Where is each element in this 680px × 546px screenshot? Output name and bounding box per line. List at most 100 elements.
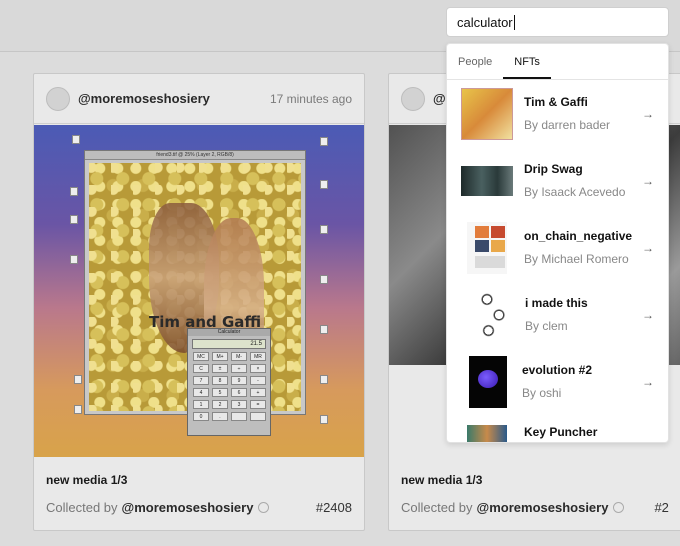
calculator-key: MC xyxy=(193,352,209,361)
feed-card[interactable]: @moremoseshosiery 17 minutes ago friend3… xyxy=(33,73,365,531)
list-item[interactable]: Key Puncher xyxy=(447,415,668,442)
desktop-file-icon xyxy=(320,225,328,234)
desktop-file-icon xyxy=(74,405,82,414)
desktop-file-icon xyxy=(70,255,78,264)
nft-thumbnail xyxy=(478,288,508,341)
timestamp: 17 minutes ago xyxy=(269,91,352,106)
calculator-key: ÷ xyxy=(231,364,247,373)
search-input[interactable]: calculator xyxy=(446,7,669,37)
results-list: Tim & Gaffi By darren bader → Drip Swag … xyxy=(447,80,668,442)
search-results-dropdown: People NFTs Tim & Gaffi By darren bader … xyxy=(446,43,669,443)
card-footer: new media 1/3 Collected by @moremoseshos… xyxy=(34,458,364,515)
nft-thumbnail xyxy=(461,87,513,140)
avatar[interactable] xyxy=(46,86,70,111)
calculator-key: 2 xyxy=(212,400,228,409)
nft-thumbnail xyxy=(461,165,513,196)
collected-row: Collected by @moremoseshosiery #2408 xyxy=(46,500,352,515)
tab-people[interactable]: People xyxy=(447,44,503,79)
window-title: friend3.tif @ 25% (Layer 2, RGB/8) xyxy=(85,151,305,160)
nft-name: on_chain_negative xyxy=(524,229,633,243)
calculator-key: 0 xyxy=(193,412,209,421)
results-tabs: People NFTs xyxy=(447,44,668,80)
nft-thumbnail xyxy=(469,355,507,408)
calculator-keypad: MC M+ M- MR C ± ÷ × 7 8 9- 4 5 6 +1 2 3 = 0. xyxy=(188,352,270,421)
owner-handle[interactable]: @ xyxy=(433,91,446,106)
verified-badge-icon xyxy=(258,502,270,513)
nft-creator: By clem xyxy=(525,319,568,333)
nft-creator: By oshi xyxy=(522,386,562,400)
text-caret xyxy=(513,14,515,30)
nft-name: Tim & Gaffi xyxy=(524,95,588,109)
card-header: @moremoseshosiery 17 minutes ago xyxy=(34,74,364,124)
owner-handle[interactable]: @moremoseshosiery xyxy=(78,91,210,106)
nft-title[interactable]: new media 1/3 xyxy=(401,473,675,487)
nft-thumbnail xyxy=(467,425,507,442)
edition-number: #2 xyxy=(654,500,669,515)
card-footer: new media 1/3 Collected by @moremoseshos… xyxy=(389,458,680,515)
search-query: calculator xyxy=(457,14,513,30)
calculator-key: 1 xyxy=(193,400,209,409)
desktop-file-icon xyxy=(320,180,328,189)
calculator-title: Calculator xyxy=(188,329,270,336)
calculator-key: + xyxy=(250,388,266,397)
list-item[interactable]: i made this By clem → xyxy=(447,281,668,348)
calculator-key: 9 xyxy=(231,376,247,385)
calculator-key: 8 xyxy=(212,376,228,385)
desktop-file-icon xyxy=(74,375,82,384)
nft-creator: By Michael Romero xyxy=(524,252,629,266)
nft-thumbnail xyxy=(467,221,507,274)
tab-nfts[interactable]: NFTs xyxy=(503,44,551,79)
calculator-key: M+ xyxy=(212,352,228,361)
verified-badge-icon xyxy=(613,502,625,513)
list-item[interactable]: Tim & Gaffi By darren bader → xyxy=(447,80,668,147)
calculator-key: 4 xyxy=(193,388,209,397)
desktop-file-icon xyxy=(70,187,78,196)
list-item[interactable]: Drip Swag By Isaack Acevedo → xyxy=(447,147,668,214)
arrow-right-icon: → xyxy=(642,307,654,322)
nft-name: i made this xyxy=(525,296,588,310)
calculator-window: Calculator 21.5 MC M+ M- MR C ± ÷ × 7 8 9- 4 5 6 +1 2 3 =… xyxy=(187,328,271,436)
calculator-key: × xyxy=(250,364,266,373)
collected-label: Collected by xyxy=(46,500,118,515)
calculator-key: 6 xyxy=(231,388,247,397)
avatar[interactable] xyxy=(401,86,425,111)
desktop-file-icon xyxy=(320,137,328,146)
nft-artwork[interactable]: friend3.tif @ 25% (Layer 2, RGB/8) Tim a… xyxy=(34,125,364,457)
calculator-key xyxy=(231,412,247,421)
arrow-right-icon: → xyxy=(642,374,654,389)
desktop-file-icon xyxy=(70,215,78,224)
nft-name: Key Puncher xyxy=(524,425,598,439)
desktop-file-icon xyxy=(320,325,328,334)
arrow-right-icon: → xyxy=(642,106,654,121)
calculator-key: 3 xyxy=(231,400,247,409)
desktop-file-icon xyxy=(320,375,328,384)
collected-row: Collected by @moremoseshosiery #2 xyxy=(401,500,675,515)
edition-number: #2408 xyxy=(315,500,352,515)
nft-title[interactable]: new media 1/3 xyxy=(46,473,352,487)
desktop-file-icon xyxy=(320,275,328,284)
calculator-key: ± xyxy=(212,364,228,373)
desktop-file-icon xyxy=(72,135,80,144)
calculator-key: - xyxy=(250,376,266,385)
list-item[interactable]: on_chain_negative By Michael Romero → xyxy=(447,214,668,281)
calculator-key: C xyxy=(193,364,209,373)
calculator-key: . xyxy=(212,412,228,421)
list-item[interactable]: evolution #2 By oshi → xyxy=(447,348,668,415)
calculator-key: 5 xyxy=(212,388,228,397)
calculator-key: MR xyxy=(250,352,266,361)
nft-name: evolution #2 xyxy=(522,363,593,377)
calculator-key: M- xyxy=(231,352,247,361)
collector-handle[interactable]: @moremoseshosiery xyxy=(122,500,254,515)
calculator-display: 21.5 xyxy=(192,339,266,349)
collector-handle[interactable]: @moremoseshosiery xyxy=(477,500,609,515)
arrow-right-icon: → xyxy=(642,173,654,188)
nft-name: Drip Swag xyxy=(524,162,583,176)
arrow-right-icon: → xyxy=(642,240,654,255)
desktop-file-icon xyxy=(320,415,328,424)
calculator-key: 7 xyxy=(193,376,209,385)
nft-creator: By Isaack Acevedo xyxy=(524,185,626,199)
collected-label: Collected by xyxy=(401,500,473,515)
calculator-key xyxy=(250,412,266,421)
calculator-key: = xyxy=(250,400,266,409)
nft-creator: By darren bader xyxy=(524,118,611,132)
